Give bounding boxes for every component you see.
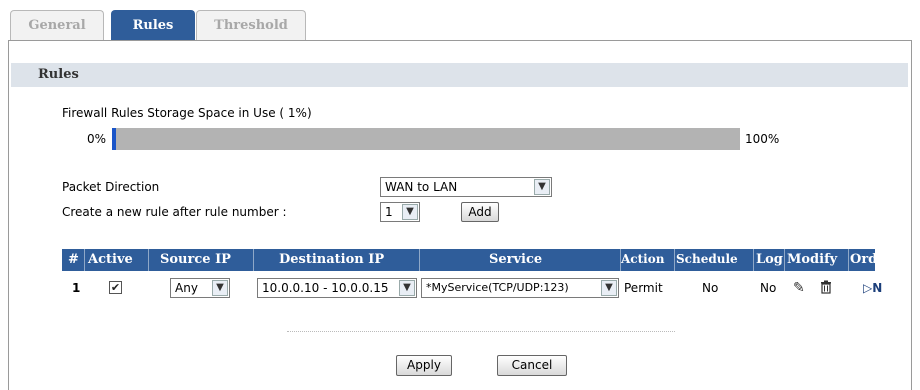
separator-line bbox=[287, 331, 675, 332]
chevron-down-icon[interactable]: ▼ bbox=[601, 280, 617, 296]
tab-general[interactable]: General bbox=[10, 10, 104, 41]
storage-percent-text: ( 1%) bbox=[279, 106, 312, 120]
column-header-action: Action bbox=[621, 252, 665, 266]
active-checkbox[interactable]: ✔ bbox=[109, 281, 122, 294]
chevron-down-icon[interactable]: ▼ bbox=[212, 280, 228, 296]
column-header-number: # bbox=[68, 252, 79, 267]
section-header bbox=[11, 63, 908, 87]
rule-number: 1 bbox=[72, 281, 81, 295]
cancel-button[interactable]: Cancel bbox=[497, 355, 567, 376]
packet-direction-select[interactable]: WAN to LAN ▼ bbox=[380, 177, 552, 197]
chevron-down-icon[interactable]: ▼ bbox=[399, 280, 415, 296]
storage-max-label: 100% bbox=[745, 132, 780, 146]
rule-number-value: 1 bbox=[385, 205, 393, 219]
move-icon[interactable]: ▷N bbox=[863, 281, 882, 295]
storage-progress-bar bbox=[112, 128, 740, 150]
column-header-modify: Modify bbox=[787, 252, 838, 267]
storage-label: Firewall Rules Storage Space in Use ( 1%… bbox=[62, 106, 312, 120]
tab-bar: General Rules Threshold bbox=[10, 0, 910, 41]
trash-icon[interactable] bbox=[820, 280, 832, 297]
column-header-schedule: Schedule bbox=[676, 252, 738, 266]
column-header-source-ip: Source IP bbox=[160, 252, 231, 267]
column-separator bbox=[674, 249, 675, 271]
log-value: No bbox=[760, 281, 777, 295]
source-ip-value: Any bbox=[175, 281, 198, 295]
service-value: *MyService(TCP/UDP:123) bbox=[426, 281, 569, 294]
storage-progress-fill bbox=[112, 128, 116, 150]
column-separator bbox=[148, 249, 149, 271]
chevron-down-icon[interactable]: ▼ bbox=[402, 204, 418, 220]
column-header-order: Order bbox=[850, 252, 893, 267]
column-separator bbox=[419, 249, 420, 271]
column-separator bbox=[753, 249, 754, 271]
chevron-down-icon[interactable]: ▼ bbox=[534, 179, 550, 195]
schedule-value: No bbox=[702, 281, 719, 295]
column-separator bbox=[84, 249, 85, 271]
destination-ip-value: 10.0.0.10 - 10.0.0.15 bbox=[262, 281, 389, 295]
column-separator bbox=[848, 249, 849, 271]
apply-button[interactable]: Apply bbox=[396, 355, 452, 376]
edit-icon[interactable]: ✎ bbox=[793, 281, 805, 295]
section-title: Rules bbox=[38, 67, 79, 82]
storage-min-label: 0% bbox=[87, 132, 107, 146]
storage-label-text: Firewall Rules Storage Space in Use bbox=[62, 106, 276, 120]
column-header-service: Service bbox=[489, 252, 543, 267]
add-button[interactable]: Add bbox=[461, 202, 499, 222]
tab-rules[interactable]: Rules bbox=[111, 10, 195, 41]
source-ip-select[interactable]: Any ▼ bbox=[170, 278, 230, 298]
new-rule-label: Create a new rule after rule number : bbox=[62, 205, 287, 219]
tab-threshold[interactable]: Threshold bbox=[196, 10, 306, 41]
column-header-active: Active bbox=[88, 252, 133, 267]
column-header-destination-ip: Destination IP bbox=[279, 252, 385, 267]
packet-direction-label: Packet Direction bbox=[62, 180, 160, 194]
service-select[interactable]: *MyService(TCP/UDP:123) ▼ bbox=[421, 278, 619, 298]
destination-ip-select[interactable]: 10.0.0.10 - 10.0.0.15 ▼ bbox=[257, 278, 417, 298]
column-separator bbox=[253, 249, 254, 271]
column-separator bbox=[784, 249, 785, 271]
rule-number-select[interactable]: 1 ▼ bbox=[380, 202, 420, 222]
packet-direction-value: WAN to LAN bbox=[385, 180, 458, 194]
action-value: Permit bbox=[624, 281, 663, 295]
column-header-log: Log bbox=[756, 252, 783, 267]
